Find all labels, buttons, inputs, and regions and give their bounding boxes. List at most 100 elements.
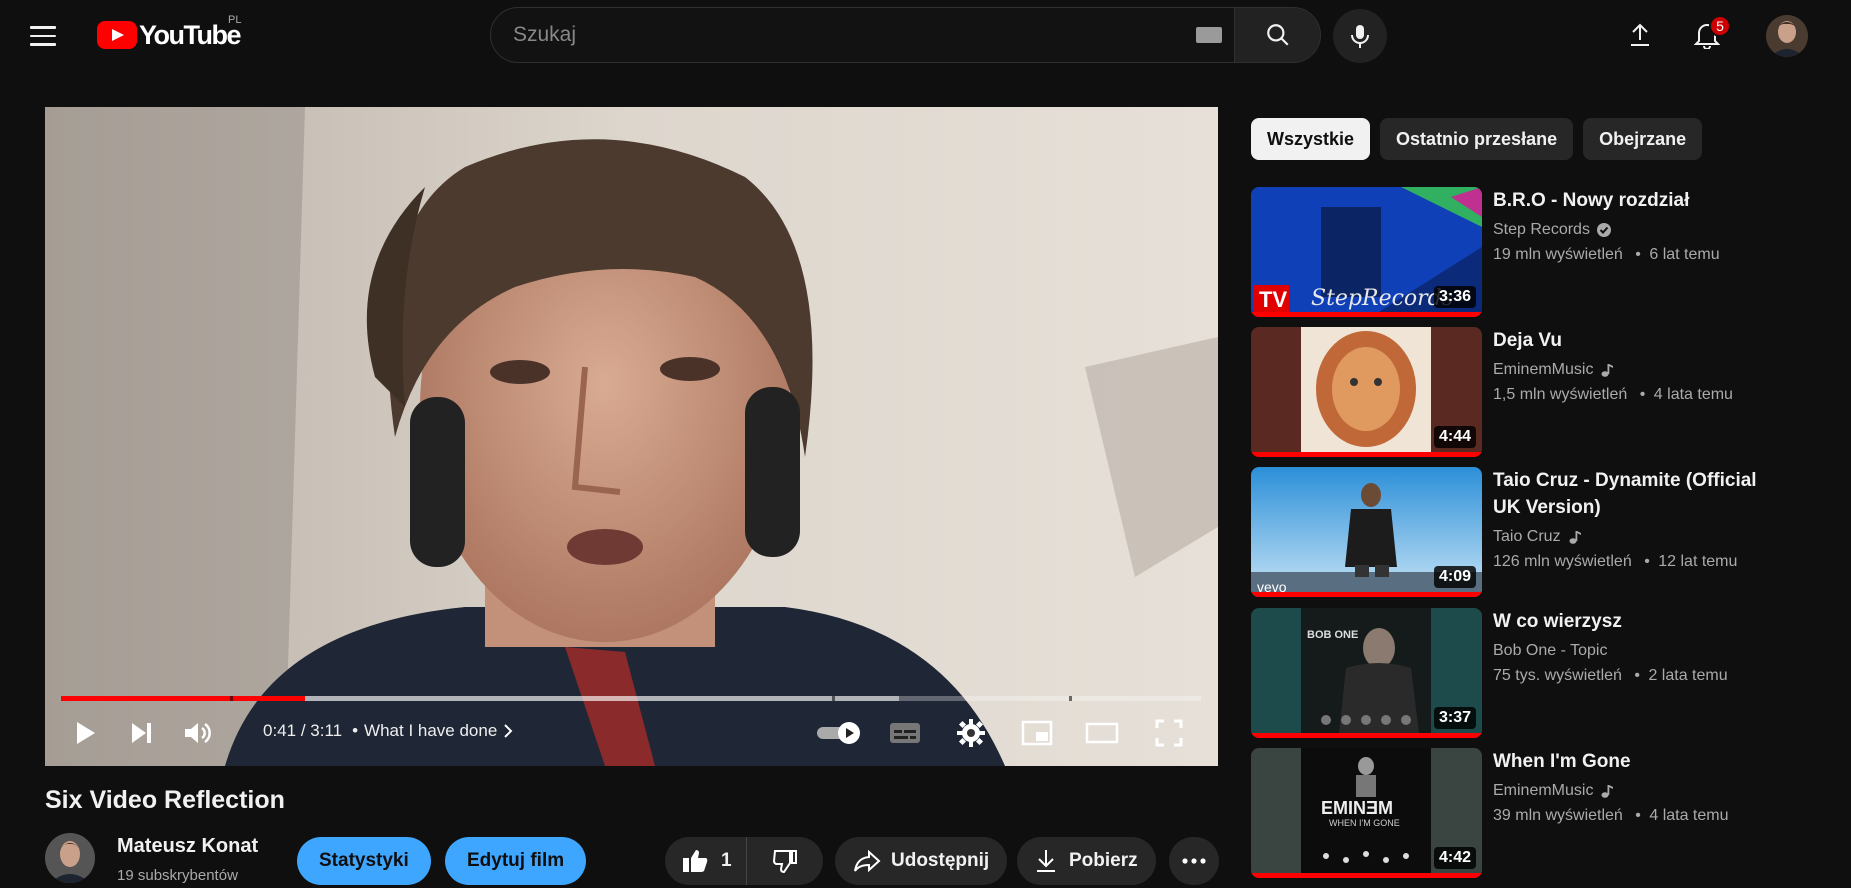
settings-button[interactable] xyxy=(949,711,993,755)
stats-button[interactable]: Statystyki xyxy=(297,837,431,885)
chevron-right-icon xyxy=(504,724,513,738)
progress-played xyxy=(61,696,305,701)
theater-mode-icon xyxy=(1085,722,1119,744)
youtube-logo[interactable]: YouTube PL xyxy=(97,14,241,50)
play-icon xyxy=(77,722,95,744)
more-actions-button[interactable] xyxy=(1169,837,1219,885)
chapter-marker xyxy=(229,696,233,701)
play-button[interactable] xyxy=(63,711,107,755)
download-button[interactable]: Pobierz xyxy=(1017,837,1156,885)
download-icon xyxy=(1037,850,1055,872)
fullscreen-button[interactable] xyxy=(1147,711,1191,755)
youtube-play-icon xyxy=(97,21,137,49)
thumbs-down-icon xyxy=(772,850,797,874)
chapter-title-button[interactable]: • What I have done xyxy=(348,721,513,741)
search-icon xyxy=(1266,24,1289,46)
recommendation-meta: 126 mln wyświetleń • 12 lat temu xyxy=(1493,553,1738,570)
recommendation-item[interactable]: vevo 4:09 Taio Cruz - Dynamite (Official… xyxy=(1251,467,1771,597)
svg-text:StepRecords: StepRecords xyxy=(1311,286,1453,311)
video-duration: 3:36 xyxy=(1433,286,1476,308)
next-icon xyxy=(132,723,151,743)
video-thumbnail: EMINƎM WHEN I'M GONE 4:42 xyxy=(1251,748,1482,878)
verified-icon xyxy=(1596,222,1612,238)
chip-watched[interactable]: Obejrzane xyxy=(1583,118,1703,160)
svg-text:WHEN I'M GONE: WHEN I'M GONE xyxy=(1329,818,1400,828)
recommendation-meta: 39 mln wyświetleń • 4 lata temu xyxy=(1493,807,1729,824)
like-dislike-group: 1 xyxy=(665,837,823,885)
microphone-icon xyxy=(1351,25,1369,48)
svg-text:EMINƎM: EMINƎM xyxy=(1321,798,1393,818)
notification-badge: 5 xyxy=(1709,15,1731,37)
recommendation-item[interactable]: 4:44 Deja Vu EminemMusic 1,5 mln wyświet… xyxy=(1251,327,1771,457)
recommendation-title: B.R.O - Nowy rozdział xyxy=(1493,190,1690,211)
download-label: Pobierz xyxy=(1069,850,1138,871)
music-note-icon xyxy=(1567,529,1583,545)
recommendation-channel: Taio Cruz xyxy=(1493,528,1583,546)
video-player[interactable]: 0:41 / 3:11 • What I have done xyxy=(45,107,1218,766)
edit-video-button[interactable]: Edytuj film xyxy=(445,837,587,885)
volume-icon xyxy=(185,722,211,744)
search-button[interactable] xyxy=(1234,8,1320,62)
more-horizontal-icon xyxy=(1182,858,1206,864)
video-owner-row: Mateusz Konat 19 subskrybentów Statystyk… xyxy=(45,833,1225,888)
avatar-image xyxy=(1766,15,1808,57)
search-box xyxy=(490,7,1321,63)
share-button[interactable]: Udostępnij xyxy=(835,837,1008,885)
subtitles-icon xyxy=(890,723,920,743)
chapter-marker xyxy=(831,696,835,701)
gear-icon xyxy=(957,719,985,747)
like-count: 1 xyxy=(721,850,732,871)
video-duration: 4:44 xyxy=(1433,426,1476,448)
channel-avatar[interactable] xyxy=(45,833,95,883)
current-time: 0:41 xyxy=(263,721,297,740)
miniplayer-button[interactable] xyxy=(1015,711,1059,755)
top-bar: YouTube PL 5 xyxy=(0,0,1851,70)
recommendation-channel: Step Records xyxy=(1493,221,1612,239)
recommendation-item[interactable]: EMINƎM WHEN I'M GONE 4:42 When I'm Gone … xyxy=(1251,748,1771,878)
chip-all[interactable]: Wszystkie xyxy=(1251,118,1371,160)
music-note-icon xyxy=(1599,362,1615,378)
svg-text:TV: TV xyxy=(1259,287,1287,312)
subtitles-button[interactable] xyxy=(883,711,927,755)
upload-icon xyxy=(1631,23,1649,46)
chip-recently-uploaded[interactable]: Ostatnio przesłane xyxy=(1380,118,1574,160)
chapter-marker xyxy=(1068,696,1072,701)
recommendation-meta: 75 tys. wyświetleń • 2 lata temu xyxy=(1493,667,1728,684)
thumbs-up-icon xyxy=(683,850,708,872)
search-input[interactable] xyxy=(491,8,1184,62)
hamburger-menu-icon[interactable] xyxy=(30,18,66,54)
recommendation-meta: 19 mln wyświetleń • 6 lat temu xyxy=(1493,246,1720,263)
account-avatar[interactable] xyxy=(1766,15,1808,57)
duration: 3:11 xyxy=(310,721,343,740)
video-frame xyxy=(45,107,1218,766)
share-label: Udostępnij xyxy=(891,850,990,871)
video-thumbnail: vevo 4:09 xyxy=(1251,467,1482,597)
player-controls: 0:41 / 3:11 • What I have done xyxy=(45,703,1218,759)
watched-progress xyxy=(1251,733,1482,738)
share-icon xyxy=(854,849,881,873)
next-button[interactable] xyxy=(119,711,163,755)
voice-search-button[interactable] xyxy=(1333,9,1387,63)
progress-bar[interactable] xyxy=(61,696,1201,701)
logo-text: YouTube xyxy=(139,19,241,50)
like-button[interactable]: 1 xyxy=(665,837,747,885)
video-duration: 3:37 xyxy=(1433,707,1476,729)
upload-button[interactable] xyxy=(1619,14,1661,56)
recommendation-item[interactable]: TV StepRecords 3:36 B.R.O - Nowy rozdzia… xyxy=(1251,187,1771,317)
watched-progress xyxy=(1251,312,1482,317)
filter-chips: Wszystkie Ostatnio przesłane Obejrzane xyxy=(1251,118,1703,160)
recommendation-title: Deja Vu xyxy=(1493,330,1562,351)
autoplay-toggle[interactable] xyxy=(812,711,868,755)
volume-button[interactable] xyxy=(175,711,219,755)
dislike-button[interactable] xyxy=(747,837,823,885)
subscriber-count: 19 subskrybentów xyxy=(117,867,238,884)
chapter-title: What I have done xyxy=(364,721,498,740)
recommendation-item[interactable]: BOB ONE 3:37 W co wierzysz Bob One - Top… xyxy=(1251,608,1771,738)
keyboard-icon[interactable] xyxy=(1184,8,1234,62)
theater-mode-button[interactable] xyxy=(1080,711,1124,755)
time-display: 0:41 / 3:11 • What I have done xyxy=(263,721,513,741)
video-thumbnail: 4:44 xyxy=(1251,327,1482,457)
channel-avatar-image xyxy=(45,833,95,883)
video-thumbnail: TV StepRecords 3:36 xyxy=(1251,187,1482,317)
channel-name[interactable]: Mateusz Konat xyxy=(117,835,258,858)
